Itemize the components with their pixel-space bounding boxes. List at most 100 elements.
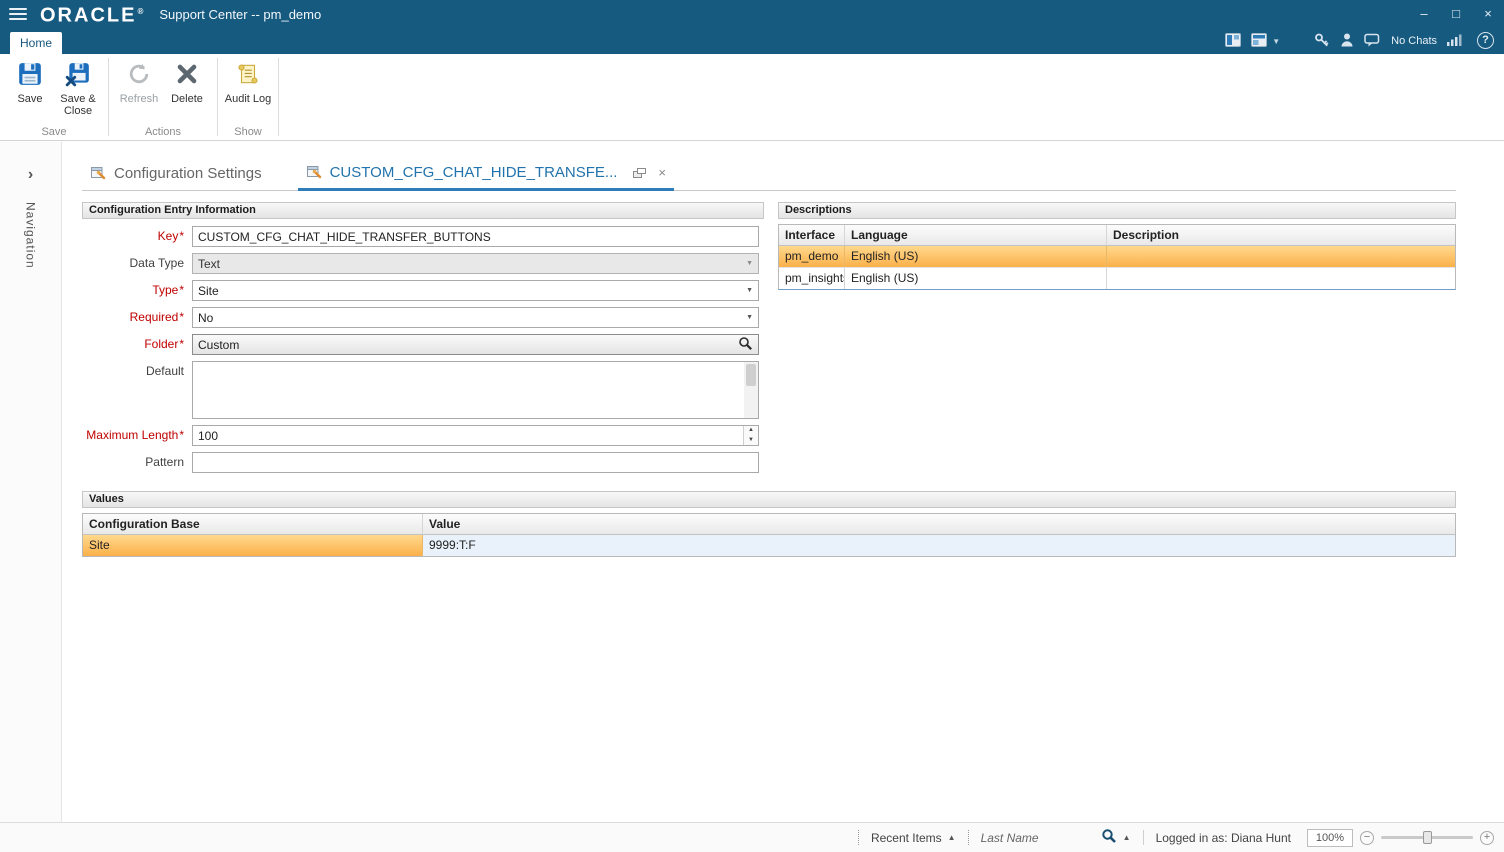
chat-icon[interactable]	[1364, 33, 1380, 50]
toolbar-dropdown-icon[interactable]: ▼	[1272, 37, 1280, 46]
column-header-description[interactable]: Description	[1107, 225, 1455, 246]
minimize-button[interactable]: –	[1408, 0, 1440, 28]
help-icon[interactable]: ?	[1477, 32, 1494, 49]
search-caret-icon[interactable]: ▲	[1123, 833, 1131, 842]
ribbon-group-actions: Refresh Delete Actions	[109, 54, 217, 140]
delete-button[interactable]: Delete	[163, 57, 211, 121]
column-header-configuration-base[interactable]: Configuration Base	[83, 514, 423, 535]
cell-interface[interactable]: pm_insights	[779, 268, 845, 289]
zoom-out-button[interactable]: −	[1360, 830, 1374, 845]
cell-language[interactable]: English (US)	[845, 246, 1107, 267]
values-panel: Values Configuration Base Value Site 999…	[82, 491, 1456, 557]
values-section-header: Values	[82, 491, 1456, 508]
zoom-slider[interactable]	[1381, 831, 1473, 844]
cell-value[interactable]: 9999:T:F	[423, 535, 1455, 556]
tab-configuration-settings[interactable]: Configuration Settings	[82, 157, 270, 190]
navigation-pane-collapsed: › Navigation	[0, 142, 62, 822]
close-tab-icon[interactable]: ×	[658, 165, 666, 180]
spin-down-icon[interactable]: ▼	[744, 436, 758, 446]
column-header-interface[interactable]: Interface	[779, 225, 845, 246]
refresh-icon	[126, 61, 152, 90]
max-length-label: Maximum Length*	[86, 428, 184, 442]
values-row-site[interactable]: Site 9999:T:F	[83, 535, 1455, 556]
name-filter-label: Last Name	[980, 830, 1039, 845]
navigation-pane-label[interactable]: Navigation	[24, 202, 38, 269]
entry-section-header: Configuration Entry Information	[82, 202, 764, 219]
folder-label: Folder*	[144, 337, 184, 351]
quick-report2-icon[interactable]	[1251, 32, 1268, 50]
data-type-select: Text ▼	[192, 253, 759, 274]
statusbar-divider	[967, 830, 969, 845]
max-length-input[interactable]	[192, 425, 759, 446]
close-button[interactable]: ×	[1472, 0, 1504, 28]
quick-access-toolbar: ▼ No Chats	[1225, 28, 1462, 54]
maximize-button[interactable]: □	[1440, 0, 1472, 28]
zoom-level[interactable]: 100%	[1307, 828, 1353, 847]
menu-icon[interactable]	[9, 8, 27, 20]
cell-description[interactable]	[1107, 246, 1455, 267]
required-field-row: Required* No ▼	[82, 307, 764, 328]
ribbon-group-label-show: Show	[234, 126, 262, 138]
delete-icon	[174, 61, 200, 90]
data-type-label: Data Type	[129, 256, 184, 270]
pattern-input[interactable]	[192, 452, 759, 473]
chevron-down-icon: ▼	[746, 287, 753, 294]
descriptions-row-pm-demo[interactable]: pm_demo English (US)	[779, 246, 1455, 268]
pattern-field-row: Pattern	[82, 452, 764, 473]
chevron-down-icon: ▼	[746, 314, 753, 321]
key-input[interactable]	[192, 226, 759, 247]
logged-in-label: Logged in as: Diana Hunt	[1155, 830, 1291, 845]
cell-interface[interactable]: pm_demo	[779, 246, 845, 267]
ribbon-group-label-actions: Actions	[144, 126, 182, 138]
quick-report-icon[interactable]	[1225, 32, 1242, 50]
ribbon-group-show: Audit Log Show	[218, 54, 278, 140]
window-title: Support Center -- pm_demo	[159, 6, 322, 22]
default-textarea[interactable]	[193, 362, 758, 418]
stats-bars-icon[interactable]	[1447, 34, 1462, 49]
statusbar-divider	[857, 830, 859, 845]
recent-items-label: Recent Items	[870, 830, 942, 845]
tab-custom-cfg-entry[interactable]: CUSTOM_CFG_CHAT_HIDE_TRANSFE... ×	[297, 158, 675, 191]
column-header-value[interactable]: Value	[423, 514, 1455, 535]
zoom-in-button[interactable]: +	[1480, 830, 1494, 845]
key-icon[interactable]	[1314, 32, 1330, 51]
type-select[interactable]: Site ▼	[192, 280, 759, 301]
window-controls: – □ ×	[1408, 0, 1504, 28]
descriptions-row-pm-insights[interactable]: pm_insights English (US)	[779, 268, 1455, 289]
spin-up-icon[interactable]: ▲	[744, 426, 758, 436]
save-close-icon	[65, 61, 91, 90]
data-type-field-row: Data Type Text ▼	[82, 253, 764, 274]
descriptions-section-header: Descriptions	[778, 202, 1456, 219]
recent-items-control[interactable]: Recent Items ▲	[871, 831, 956, 845]
descriptions-header-row: Interface Language Description	[779, 225, 1455, 246]
key-field-row: Key*	[82, 226, 764, 247]
save-icon	[17, 61, 43, 90]
save-button[interactable]: Save	[6, 57, 54, 121]
folder-lookup[interactable]: Custom	[192, 334, 759, 355]
cell-configuration-base[interactable]: Site	[83, 535, 423, 556]
name-search-control[interactable]: Last Name ▲	[981, 828, 1131, 847]
max-length-field-row: Maximum Length* ▲ ▼	[82, 425, 764, 446]
ribbon-tab-home[interactable]: Home	[10, 32, 62, 54]
type-field-row: Type* Site ▼	[82, 280, 764, 301]
zoom-slider-thumb[interactable]	[1423, 831, 1432, 844]
tab-label: CUSTOM_CFG_CHAT_HIDE_TRANSFE...	[329, 164, 618, 181]
configuration-entry-panel: Configuration Entry Information Key* Dat…	[82, 202, 764, 479]
cell-description[interactable]	[1107, 268, 1455, 289]
required-select[interactable]: No ▼	[192, 307, 759, 328]
search-icon[interactable]	[738, 336, 753, 354]
expand-navigation-icon[interactable]: ›	[0, 166, 61, 184]
textarea-scrollbar[interactable]	[744, 362, 758, 418]
cell-language[interactable]: English (US)	[845, 268, 1107, 289]
column-header-language[interactable]: Language	[845, 225, 1107, 246]
titlebar: ORACLE® Support Center -- pm_demo – □ ×	[0, 0, 1504, 28]
default-label: Default	[145, 364, 184, 378]
default-field-row: Default	[82, 361, 764, 419]
undock-tab-icon[interactable]	[633, 167, 647, 178]
statusbar-divider	[1142, 830, 1144, 845]
ribbon-tab-band: Home ▼ No Chats ?	[0, 28, 1504, 54]
audit-log-button[interactable]: Audit Log	[224, 57, 272, 121]
search-icon[interactable]	[1101, 828, 1117, 847]
user-icon[interactable]	[1340, 32, 1354, 50]
save-close-button[interactable]: Save & Close	[54, 57, 102, 121]
